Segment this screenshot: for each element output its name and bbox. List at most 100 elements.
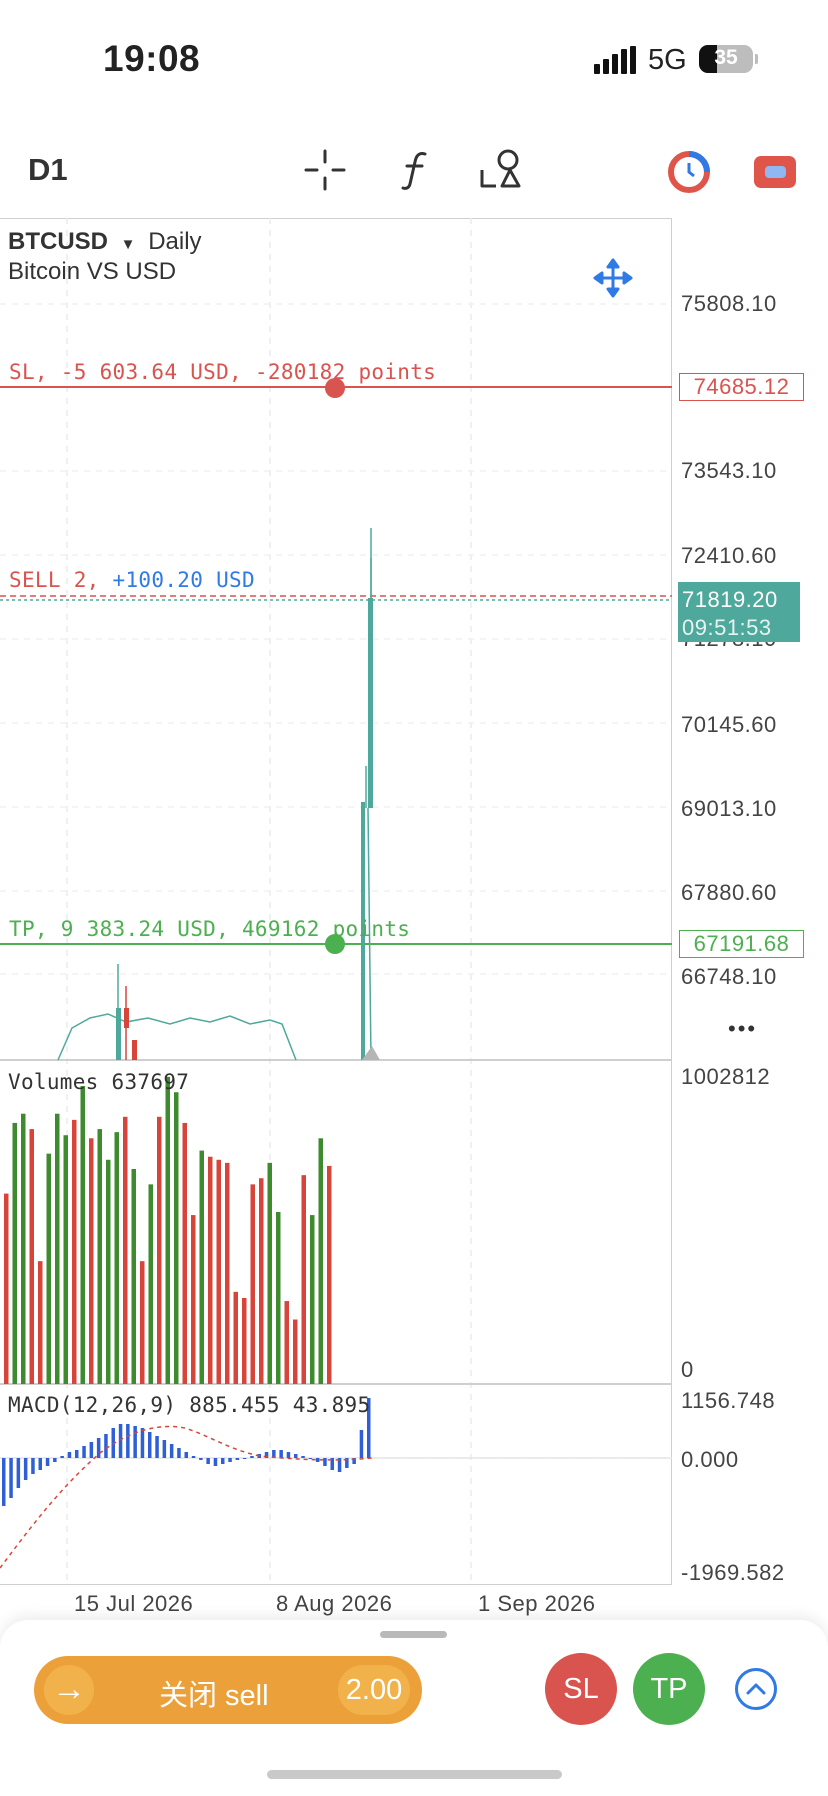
tp-button[interactable]: TP <box>633 1653 705 1725</box>
sheet-grabber[interactable] <box>380 1631 447 1638</box>
macd-bar <box>228 1458 232 1462</box>
volume-bar <box>208 1156 213 1384</box>
close-position-button[interactable]: → 关闭 sell 2.00 <box>34 1656 422 1724</box>
volume-bar <box>293 1319 298 1384</box>
tp-line-label[interactable]: TP, 9 383.24 USD, 469162 points <box>9 917 410 941</box>
position-prefix: SELL 2, <box>9 568 113 592</box>
macd-axis-top: 1156.748 <box>681 1388 776 1413</box>
sl-info: -5 603.64 USD, -280182 points <box>60 360 437 384</box>
current-price-tag: 71819.20 09:51:53 <box>678 582 800 642</box>
volume-bar <box>327 1165 332 1384</box>
timeframe-button[interactable]: D1 <box>28 152 68 188</box>
time-axis-label: 1 Sep 2026 <box>478 1591 596 1616</box>
cellular-signal-icon <box>594 46 637 74</box>
volume-bar <box>276 1212 281 1384</box>
tp-info: 9 383.24 USD, 469162 points <box>60 917 411 941</box>
macd-bar <box>118 1424 123 1458</box>
macd-bar <box>89 1442 94 1458</box>
status-time: 19:08 <box>103 38 201 79</box>
symbol-name: BTCUSD <box>8 228 108 255</box>
volume-bar <box>216 1159 221 1384</box>
home-indicator <box>267 1770 562 1779</box>
macd-bar <box>104 1434 108 1458</box>
position-line-label[interactable]: SELL 2, +100.20 USD <box>9 568 255 592</box>
indicator-function-icon[interactable] <box>395 148 439 192</box>
macd-bar <box>235 1458 240 1460</box>
volume-bar <box>165 1076 170 1384</box>
macd-bar <box>162 1440 167 1458</box>
more-options-icon[interactable]: ••• <box>728 1016 757 1042</box>
volume-bar <box>131 1169 136 1384</box>
sl-price-box[interactable]: 74685.12 <box>679 373 804 401</box>
volumes-axis-top: 1002812 <box>681 1064 771 1089</box>
volume-bar <box>259 1178 264 1384</box>
close-volume[interactable]: 2.00 <box>338 1665 410 1715</box>
tp-price-box[interactable]: 67191.68 <box>679 930 804 958</box>
price-axis-label: 75808.10 <box>681 291 777 316</box>
volume-bar <box>191 1215 196 1384</box>
volume-bar <box>225 1162 230 1384</box>
volume-bar <box>318 1138 323 1384</box>
volume-bar <box>301 1175 306 1384</box>
macd-bar <box>155 1436 159 1458</box>
macd-bar <box>60 1456 64 1458</box>
volume-bar <box>63 1135 68 1384</box>
battery-nub <box>755 54 758 64</box>
volume-bar <box>267 1162 272 1384</box>
volume-bars <box>4 1076 332 1384</box>
volume-bar <box>140 1261 145 1384</box>
position-profit: +100.20 USD <box>112 568 255 592</box>
macd-bar <box>133 1426 137 1458</box>
macd-bar <box>286 1452 291 1458</box>
battery-icon: 35 <box>699 45 753 73</box>
battery-level: 35 <box>714 46 738 69</box>
volume-bar <box>21 1113 26 1384</box>
price-axis-label: 69013.10 <box>681 796 777 821</box>
volume-bar <box>89 1138 94 1384</box>
volume-bar <box>182 1122 187 1384</box>
macd-bar <box>45 1458 50 1466</box>
drawing-objects-icon[interactable] <box>478 146 526 192</box>
price-axis-label: 67880.60 <box>681 880 777 905</box>
macd-bar <box>53 1458 57 1462</box>
volume-bar <box>97 1129 102 1384</box>
sl-line-label[interactable]: SL, -5 603.64 USD, -280182 points <box>9 360 436 384</box>
chart-period: Daily <box>148 228 202 255</box>
volume-bar <box>199 1150 204 1384</box>
macd-bar <box>191 1456 196 1458</box>
macd-bar <box>140 1428 145 1458</box>
sl-button[interactable]: SL <box>545 1653 617 1725</box>
chevron-up-icon <box>746 1683 766 1695</box>
macd-bar <box>221 1458 225 1464</box>
macd-bar <box>177 1448 181 1458</box>
volume-bar <box>38 1261 43 1384</box>
macd-bar <box>2 1458 6 1506</box>
macd-bar <box>184 1452 188 1458</box>
close-position-label: 关闭 sell <box>159 1680 269 1712</box>
trade-icon[interactable] <box>752 152 798 192</box>
symbol-description: Bitcoin VS USD <box>8 258 177 285</box>
volume-bar <box>174 1092 179 1384</box>
volume-bar <box>4 1193 9 1384</box>
volume-bar <box>72 1119 77 1384</box>
macd-bar <box>242 1458 247 1459</box>
macd-bar <box>294 1454 298 1458</box>
expand-button[interactable] <box>735 1668 777 1710</box>
crosshair-icon[interactable] <box>303 148 347 192</box>
volume-bar <box>250 1184 255 1384</box>
symbol-selector[interactable]: BTCUSD ▼ Daily <box>8 228 202 256</box>
macd-bar <box>308 1458 313 1459</box>
sl-prefix: SL, <box>9 360 61 384</box>
tp-prefix: TP, <box>9 917 61 941</box>
macd-bar <box>315 1458 320 1462</box>
move-icon[interactable] <box>593 258 633 298</box>
macd-bar <box>250 1456 254 1458</box>
macd-bar <box>9 1458 13 1498</box>
volumes-title: Volumes 637697 <box>8 1070 190 1094</box>
dropdown-arrow-icon: ▼ <box>120 236 136 253</box>
macd-bar <box>169 1444 174 1458</box>
volume-bar <box>80 1086 85 1384</box>
macd-title: MACD(12,26,9) 885.455 43.895 <box>8 1393 371 1417</box>
timer-icon[interactable] <box>667 150 711 194</box>
volume-bar <box>12 1122 17 1384</box>
